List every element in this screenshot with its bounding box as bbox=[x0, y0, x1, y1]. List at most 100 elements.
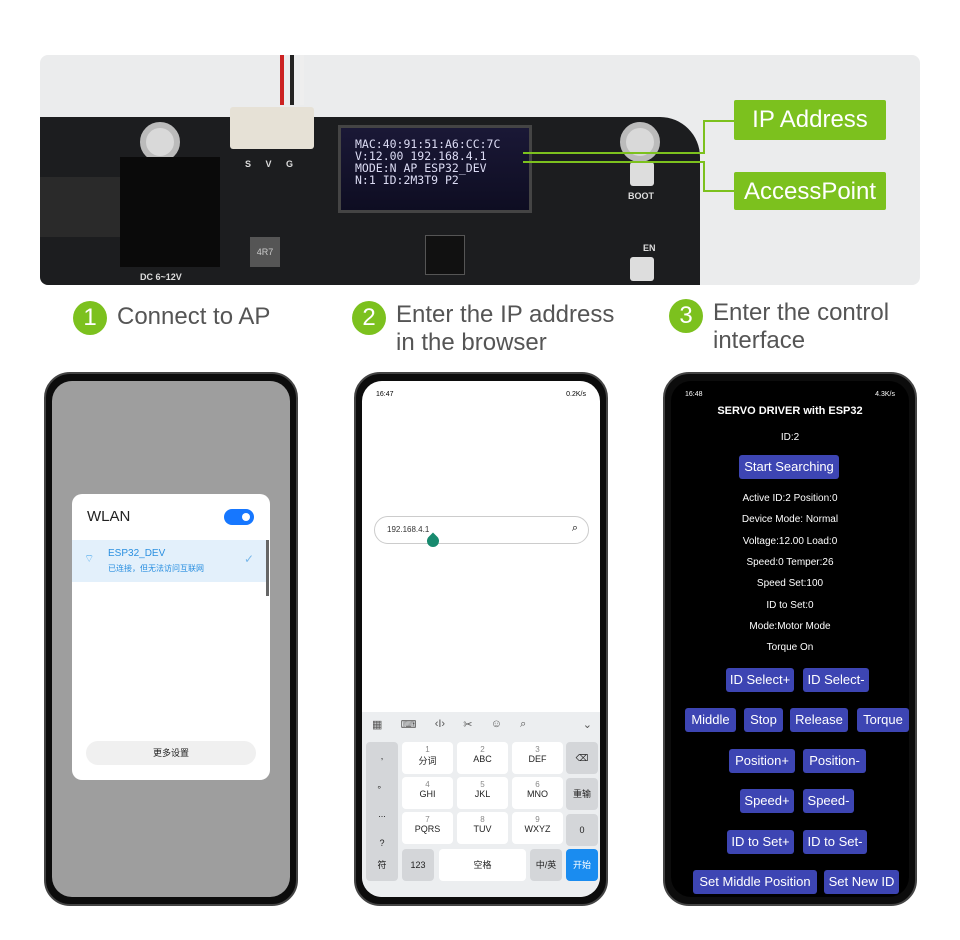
control-button[interactable]: ID Select+ bbox=[726, 668, 794, 692]
phone-browser: 16:47 0.2K/s 192.168.4.1 ⌕ ▦ ⌨ ‹I› ✂ ☺ ⌕ ⌄ ,。..… bbox=[354, 372, 608, 906]
cursor-handle[interactable] bbox=[424, 532, 442, 550]
key-2[interactable]: 2 ABC bbox=[457, 742, 508, 774]
connector-label: S V G bbox=[245, 159, 300, 169]
number-key[interactable]: 123 bbox=[402, 849, 434, 881]
step-2: 2 Enter the IP address in the browser bbox=[352, 301, 622, 357]
svg-connector bbox=[230, 107, 314, 149]
space-key[interactable]: 空格 bbox=[439, 849, 526, 881]
status-line: Device Mode: Normal bbox=[741, 514, 839, 526]
network-status: 已连接，但无法访问互联网 bbox=[108, 564, 204, 573]
key-number: 8 bbox=[480, 815, 485, 824]
status-line: Torque On bbox=[766, 642, 814, 654]
backspace-key[interactable]: ⌫ bbox=[566, 742, 598, 774]
step-text: Connect to AP bbox=[117, 303, 271, 330]
step-text: Enter the IP address in the browser bbox=[396, 301, 615, 356]
zero-key[interactable]: 0 bbox=[566, 814, 598, 846]
symbol-key[interactable]: 符 bbox=[366, 849, 398, 881]
control-button[interactable]: Speed+ bbox=[740, 789, 794, 813]
key-letters: JKL bbox=[474, 789, 491, 799]
status-line: Active ID:2 Position:0 bbox=[742, 493, 838, 504]
check-icon: ✓ bbox=[244, 552, 255, 566]
url-text: 192.168.4.1 bbox=[387, 525, 430, 534]
key-number: 7 bbox=[425, 815, 430, 824]
punctuation-column: ,。...? bbox=[366, 742, 398, 858]
more-settings-button[interactable]: 更多设置 bbox=[86, 741, 256, 765]
key-number: 3 bbox=[535, 745, 540, 754]
scissors-icon[interactable]: ✂ bbox=[463, 718, 472, 731]
boot-label: BOOT bbox=[628, 191, 654, 201]
control-button[interactable]: Stop bbox=[744, 708, 783, 732]
chevron-down-icon[interactable]: ⌄ bbox=[583, 718, 592, 731]
control-button[interactable]: Torque bbox=[857, 708, 909, 732]
power-label: DC 6~12V bbox=[140, 272, 182, 282]
control-button[interactable]: ID to Set+ bbox=[727, 830, 794, 854]
key-1[interactable]: 1 分词 bbox=[402, 742, 453, 774]
control-button[interactable]: Release bbox=[790, 708, 848, 732]
control-button[interactable]: Middle bbox=[685, 708, 736, 732]
control-button[interactable]: Position- bbox=[803, 749, 866, 773]
key[interactable]: , bbox=[366, 742, 398, 771]
step-1: 1 Connect to AP bbox=[73, 301, 270, 335]
grid-icon[interactable]: ▦ bbox=[372, 718, 382, 731]
status-line: ID to Set:0 bbox=[766, 599, 814, 611]
status-line: Mode:Motor Mode bbox=[749, 620, 831, 632]
keyboard-icon[interactable]: ⌨ bbox=[401, 718, 417, 731]
status-line: Speed:0 Temper:26 bbox=[746, 556, 834, 568]
key[interactable]: 。 bbox=[366, 771, 398, 800]
url-input[interactable]: 192.168.4.1 ⌕ bbox=[374, 516, 589, 550]
control-button[interactable]: Speed- bbox=[803, 789, 854, 813]
ip-address-callout: IP Address bbox=[734, 100, 886, 140]
dc-jack bbox=[120, 157, 220, 267]
key-4[interactable]: 4 GHI bbox=[402, 777, 453, 809]
key-letters: GHI bbox=[419, 789, 436, 799]
key-letters: WXYZ bbox=[524, 824, 551, 834]
phone-wlan: WLAN ⌔ ESP32_DEV 已连接，但无法访问互联网 ✓ 更多设置 bbox=[44, 372, 298, 906]
status-line: Voltage:12.00 Load:0 bbox=[742, 535, 838, 547]
key-5[interactable]: 5 JKL bbox=[457, 777, 508, 809]
key-3[interactable]: 3 DEF bbox=[512, 742, 563, 774]
language-key[interactable]: 中/英 bbox=[530, 849, 562, 881]
network-item[interactable]: ⌔ ESP32_DEV 已连接，但无法访问互联网 ✓ bbox=[72, 540, 268, 582]
key-letters: MNO bbox=[527, 789, 548, 799]
emoji-icon[interactable]: ☺ bbox=[491, 718, 502, 731]
key-letters: DEF bbox=[528, 754, 547, 764]
search-icon[interactable]: ⌕ bbox=[572, 522, 578, 535]
key-letters: PQRS bbox=[414, 824, 441, 834]
board-photo: S V G DC 6~12V 4R7 BOOT EN MAC:40:91:51:… bbox=[40, 55, 920, 285]
control-button[interactable]: Position+ bbox=[729, 749, 795, 773]
cursor-icon[interactable]: ‹I› bbox=[435, 718, 445, 731]
wifi-icon: ⌔ bbox=[84, 553, 95, 565]
keyboard-toolbar: ▦ ⌨ ‹I› ✂ ☺ ⌕ ⌄ bbox=[372, 718, 592, 731]
control-button[interactable]: Set Middle Position bbox=[693, 870, 817, 894]
wifi-toggle[interactable] bbox=[224, 509, 254, 525]
status-bar: 16:47 0.2K/s bbox=[362, 381, 600, 398]
key-letters: TUV bbox=[473, 824, 492, 834]
status-bar: 16:48 4.3K/s bbox=[671, 381, 909, 398]
control-button[interactable]: Set New ID bbox=[824, 870, 899, 894]
time: 16:47 bbox=[376, 391, 394, 398]
step-number: 1 bbox=[73, 301, 107, 335]
key-number: 6 bbox=[535, 780, 540, 789]
control-button[interactable]: ID to Set- bbox=[803, 830, 867, 854]
net-speed: 4.3K/s bbox=[875, 391, 895, 398]
search-icon[interactable]: ⌕ bbox=[520, 718, 526, 731]
key-9[interactable]: 9 WXYZ bbox=[512, 812, 563, 844]
page-title: SERVO DRIVER with ESP32 bbox=[717, 405, 863, 417]
en-label: EN bbox=[643, 243, 656, 253]
key[interactable]: ... bbox=[366, 800, 398, 829]
key-8[interactable]: 8 TUV bbox=[457, 812, 508, 844]
id-text: ID:2 bbox=[780, 432, 800, 443]
time: 16:48 bbox=[685, 391, 703, 398]
key-6[interactable]: 6 MNO bbox=[512, 777, 563, 809]
control-button[interactable]: ID Select- bbox=[803, 668, 869, 692]
oled-line: N:1 ID:2M3T9 P2 bbox=[355, 173, 459, 187]
key-7[interactable]: 7 PQRS bbox=[402, 812, 453, 844]
key-number: 1 bbox=[425, 745, 430, 754]
accesspoint-callout: AccessPoint bbox=[734, 172, 886, 210]
phone-control: 16:48 4.3K/s SERVO DRIVER with ESP32 ID:2… bbox=[663, 372, 917, 906]
step-number: 2 bbox=[352, 301, 386, 335]
reset-key[interactable]: 重输 bbox=[566, 778, 598, 810]
start-searching-button[interactable]: Start Searching bbox=[739, 455, 839, 479]
wlan-dialog: WLAN ⌔ ESP32_DEV 已连接，但无法访问互联网 ✓ 更多设置 bbox=[72, 494, 270, 780]
go-key[interactable]: 开始 bbox=[566, 849, 598, 881]
